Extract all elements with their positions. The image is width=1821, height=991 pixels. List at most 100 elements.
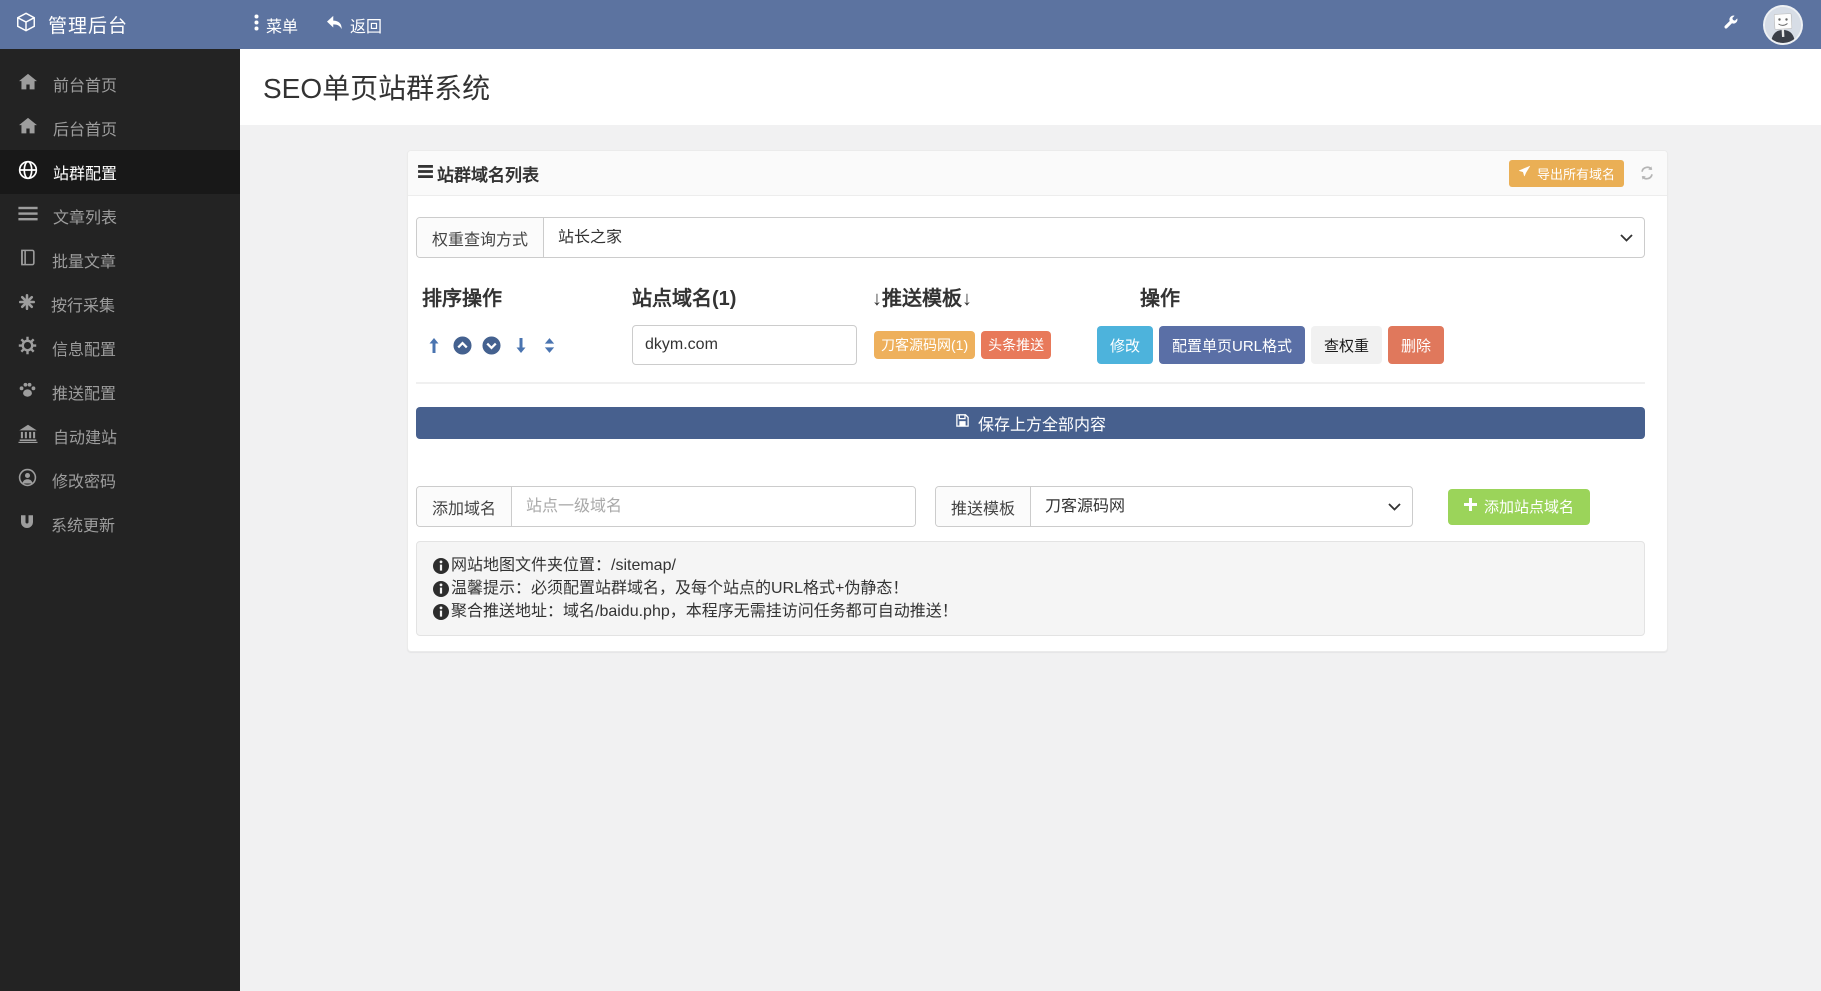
user-circle-icon bbox=[18, 468, 37, 492]
weight-query-select[interactable]: 站长之家 bbox=[544, 218, 1644, 257]
sidebar-item-label: 推送配置 bbox=[52, 386, 117, 403]
content-header: SEO单页站群系统 bbox=[240, 49, 1821, 125]
push-badge: 头条推送 bbox=[981, 331, 1052, 359]
info-line-push-url: 聚合推送地址：域名/baidu.php，本程序无需挂访问任务都可自动推送！ bbox=[433, 600, 1628, 623]
template-badges: 刀客源码网(1) 头条推送 bbox=[874, 331, 1097, 359]
wrench-icon[interactable] bbox=[1722, 14, 1739, 36]
ellipsis-vertical-icon bbox=[254, 14, 259, 36]
weight-query-group: 权重查询方式 站长之家 bbox=[416, 217, 1645, 258]
col-domain-header: 站点域名(1) bbox=[632, 288, 737, 310]
arrow-up-icon[interactable] bbox=[422, 331, 445, 359]
add-site-domain-button[interactable]: 添加站点域名 bbox=[1448, 488, 1591, 525]
sidebar-item-label: 系统更新 bbox=[51, 518, 116, 535]
delete-button[interactable]: 删除 bbox=[1388, 326, 1445, 364]
refresh-icon[interactable] bbox=[1639, 165, 1655, 181]
add-domain-label: 添加域名 bbox=[417, 487, 513, 526]
sidebar-item-batch-article[interactable]: 批量文章 bbox=[0, 238, 240, 282]
info-well: 网站地图文件夹位置：/sitemap/ 温馨提示：必须配置站群域名，及每个站点的… bbox=[416, 541, 1645, 636]
home-icon bbox=[18, 117, 38, 140]
info-circle-icon bbox=[433, 557, 449, 574]
weight-query-label: 权重查询方式 bbox=[417, 218, 545, 257]
paw-icon bbox=[18, 380, 37, 404]
sidebar-item-system-update[interactable]: 系统更新 bbox=[0, 502, 240, 546]
col-sort-header: 排序操作 bbox=[422, 288, 502, 310]
export-domains-button[interactable]: 导出所有域名 bbox=[1508, 159, 1624, 187]
panel-body: 权重查询方式 站长之家 排序操作 站点域名(1) ↓推送模板↓ 操作 dkym.… bbox=[408, 196, 1667, 651]
sidebar-item-article-list[interactable]: 文章列表 bbox=[0, 194, 240, 238]
sidebar-item-site-config[interactable]: 站群配置 bbox=[0, 150, 240, 194]
push-template-group: 推送模板 刀客源码网 bbox=[935, 486, 1413, 527]
cube-icon bbox=[15, 11, 37, 39]
asterisk-icon bbox=[18, 293, 36, 316]
sidebar-item-label: 文章列表 bbox=[53, 210, 118, 227]
sidebar-item-info-config[interactable]: 信息配置 bbox=[0, 326, 240, 370]
sidebar-item-label: 前台首页 bbox=[53, 78, 118, 95]
brand-title: 管理后台 bbox=[48, 16, 129, 37]
home-icon bbox=[18, 73, 38, 96]
sidebar-item-label: 站群配置 bbox=[53, 166, 118, 183]
arrow-down-icon[interactable] bbox=[509, 331, 532, 359]
add-domain-row: 添加域名 推送模板 刀客源码网 bbox=[416, 486, 1645, 527]
floppy-disk-icon bbox=[955, 413, 970, 433]
sidebar-item-label: 修改密码 bbox=[52, 474, 117, 491]
check-weight-button[interactable]: 查权重 bbox=[1311, 326, 1383, 364]
info-line-tip: 温馨提示：必须配置站群域名，及每个站点的URL格式+伪静态！ bbox=[433, 577, 1628, 600]
magnet-icon bbox=[18, 513, 36, 536]
sidebar-item-label: 批量文章 bbox=[52, 254, 117, 271]
paper-plane-icon bbox=[1518, 165, 1531, 181]
table-row: 刀客源码网(1) 头条推送 修改 配置单页URL格式 查权重 删除 bbox=[416, 325, 1645, 384]
sort-controls bbox=[422, 331, 632, 359]
nav-links: 菜单 返回 bbox=[254, 13, 382, 37]
col-actions-header: 操作 bbox=[1140, 288, 1180, 310]
sort-updown-icon[interactable] bbox=[538, 331, 561, 359]
sidebar-nav: 前台首页 后台首页 站群配置 文章列表 批量文章 按行采集 信息配置 推送配置 … bbox=[0, 49, 240, 991]
sidebar-item-line-collect[interactable]: 按行采集 bbox=[0, 282, 240, 326]
navbar-right bbox=[1722, 4, 1821, 45]
sidebar-item-push-config[interactable]: 推送配置 bbox=[0, 370, 240, 414]
col-template-header: ↓推送模板↓ bbox=[872, 288, 972, 310]
user-avatar[interactable] bbox=[1763, 4, 1803, 45]
info-circle-icon bbox=[433, 603, 449, 620]
edit-button[interactable]: 修改 bbox=[1097, 326, 1154, 364]
domain-list-panel: 站群域名列表 导出所有域名 权重查询方式 站长之家 排序操作 站点域名(1) ↓… bbox=[407, 150, 1668, 652]
main-content: SEO单页站群系统 站群域名列表 导出所有域名 权重查询方式 站长之家 排序操作… bbox=[240, 49, 1821, 991]
plus-icon bbox=[1464, 498, 1477, 515]
page-title: SEO单页站群系统 bbox=[263, 73, 491, 104]
domain-input[interactable] bbox=[632, 325, 857, 365]
template-badge: 刀客源码网(1) bbox=[874, 331, 976, 359]
book-icon bbox=[18, 248, 37, 272]
bank-icon bbox=[18, 424, 38, 448]
menu-label: 菜单 bbox=[266, 18, 299, 36]
app-brand[interactable]: 管理后台 bbox=[0, 11, 240, 39]
top-navbar: 管理后台 菜单 返回 bbox=[0, 0, 1821, 49]
new-domain-input[interactable] bbox=[512, 487, 915, 526]
domain-cell bbox=[632, 325, 874, 365]
reply-arrow-icon bbox=[326, 15, 343, 35]
sidebar-item-admin-home[interactable]: 后台首页 bbox=[0, 106, 240, 150]
table-header-row: 排序操作 站点域名(1) ↓推送模板↓ 操作 bbox=[416, 282, 1645, 311]
push-template-select[interactable]: 刀客源码网 bbox=[1031, 487, 1412, 526]
panel-header-tools: 导出所有域名 bbox=[1508, 159, 1655, 187]
globe-icon bbox=[18, 160, 38, 185]
sidebar-item-change-password[interactable]: 修改密码 bbox=[0, 458, 240, 502]
row-actions: 修改 配置单页URL格式 查权重 删除 bbox=[1097, 326, 1645, 364]
gear-icon bbox=[18, 336, 37, 360]
circle-chevron-up-icon[interactable] bbox=[451, 331, 474, 359]
sidebar-item-auto-build[interactable]: 自动建站 bbox=[0, 414, 240, 458]
sidebar-item-front-home[interactable]: 前台首页 bbox=[0, 62, 240, 106]
sidebar-item-label: 自动建站 bbox=[53, 430, 118, 447]
back-link[interactable]: 返回 bbox=[326, 13, 382, 37]
menu-toggle[interactable]: 菜单 bbox=[254, 13, 298, 37]
bars-icon bbox=[418, 163, 433, 183]
circle-chevron-down-icon[interactable] bbox=[480, 331, 503, 359]
add-domain-group: 添加域名 bbox=[416, 486, 916, 527]
sidebar-item-label: 信息配置 bbox=[52, 342, 117, 359]
list-icon bbox=[18, 206, 38, 227]
panel-title: 站群域名列表 bbox=[418, 161, 539, 186]
configure-url-button[interactable]: 配置单页URL格式 bbox=[1159, 326, 1306, 364]
back-label: 返回 bbox=[350, 18, 383, 36]
sidebar-item-label: 按行采集 bbox=[51, 298, 116, 315]
info-circle-icon bbox=[433, 580, 449, 597]
save-all-button[interactable]: 保存上方全部内容 bbox=[416, 407, 1645, 439]
sidebar-item-label: 后台首页 bbox=[53, 122, 118, 139]
